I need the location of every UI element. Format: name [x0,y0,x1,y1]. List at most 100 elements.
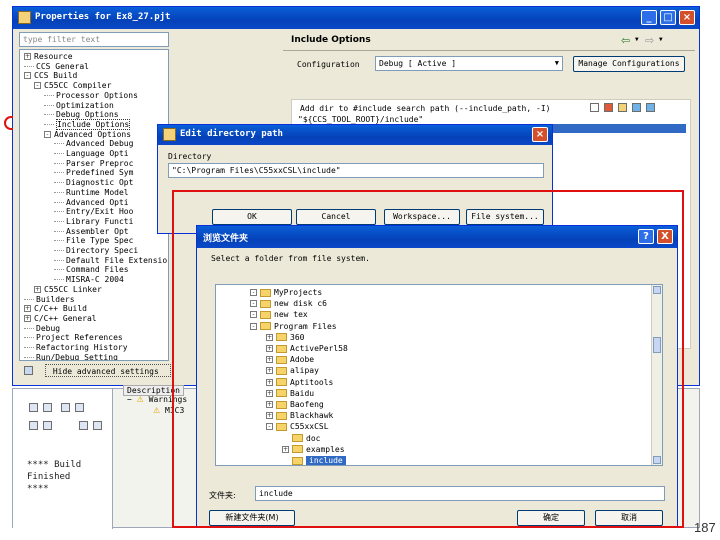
tree-connector [54,269,64,271]
tree-item[interactable]: Parser Preproc [54,159,133,169]
forward-menu-icon[interactable]: ▼ [659,36,663,43]
toolbar-icon-b[interactable] [43,403,52,412]
tree-item-label: Library Functi [66,216,134,226]
toolbar-icon-f[interactable] [43,421,52,430]
toolbar-icon-g[interactable] [79,421,88,430]
tree-item-label: Resource [34,52,73,61]
tree-item[interactable]: Runtime Model [54,188,129,198]
tree-item-label: CCS Build [34,71,78,81]
highlight-box-file-system [172,190,684,528]
collapse-icon[interactable]: - [44,130,51,138]
tree-item-label: Directory Speci [66,246,139,255]
back-icon[interactable]: ⇦ [621,34,630,47]
tree-item[interactable]: + C55CC Linker [34,285,102,295]
delete-path-icon[interactable] [604,103,613,112]
tree-item[interactable]: Language Opti [54,149,129,159]
edit-directory-title: Edit directory path [180,129,283,139]
tree-item[interactable]: CCS General [24,62,89,72]
tree-item[interactable]: - C55CC Compiler [34,81,111,91]
tree-item[interactable]: Advanced Opti [54,198,129,208]
tree-connector [54,259,64,261]
close-icon[interactable]: × [679,10,695,25]
warning-icon: ⚠ [153,406,161,415]
tree-item[interactable]: + C/C++ General [24,314,97,324]
tree-item[interactable]: Run/Debug Setting [24,352,118,361]
tree-connector [54,230,64,232]
back-menu-icon[interactable]: ▼ [635,36,639,43]
tree-item[interactable]: Assembler Opt [54,227,129,237]
include-path-item[interactable]: "${CCS_TOOL_ROOT}/include" [298,115,686,124]
tree-item[interactable]: + C/C++ Build [24,304,87,314]
directory-label: Directory [168,152,212,161]
toolbar-icon-d[interactable] [75,403,84,412]
move-up-icon[interactable] [632,103,641,112]
minimize-icon[interactable]: _ [641,10,657,25]
edit-path-icon[interactable] [618,103,627,112]
tree-item[interactable]: Entry/Exit Hoo [54,207,133,217]
tree-item[interactable]: Builders [24,295,75,305]
tree-connector [54,162,64,164]
collapse-icon[interactable]: - [34,82,41,90]
expand-icon[interactable]: + [24,53,31,60]
tree-connector [44,114,54,116]
tree-item-label: MISRA-C 2004 [66,275,124,285]
tree-item[interactable]: Directory Speci [54,246,138,256]
expand-icon[interactable]: + [34,285,41,293]
properties-tree: + Resource CCS General - CCS Build - C55CC Com… [19,49,169,361]
expand-icon[interactable]: + [24,314,31,322]
tree-item-label: Builders [36,294,75,304]
toolbar-icon-c[interactable] [61,403,70,412]
window-icon [18,11,31,24]
tree-item[interactable]: Advanced Debug [54,139,133,149]
toolbar-icon-a[interactable] [29,403,38,412]
tree-item[interactable]: MISRA-C 2004 [54,275,124,285]
tree-item[interactable]: - CCS Build [24,71,77,81]
window-icon [163,128,176,141]
tree-item[interactable]: - Advanced Options [44,130,131,140]
tree-item[interactable]: Debug [24,324,60,334]
tree-connector [54,240,64,242]
tree-item[interactable]: Processor Options [44,91,138,101]
maximize-icon[interactable]: □ [660,10,676,25]
tree-item[interactable]: Diagnostic Opt [54,178,133,188]
tree-item[interactable]: Refactoring History [24,343,128,353]
toolbar-icon-e[interactable] [29,421,38,430]
tree-item-label: Assembler Opt [66,226,129,236]
tree-item[interactable]: Optimization [44,101,114,111]
tree-item-label: CCS General [36,61,89,71]
manage-configurations-button[interactable]: Manage Configurations [573,56,685,72]
tree-connector [24,327,34,329]
tree-connector [54,172,64,174]
page-number: 187 [694,520,716,535]
tree-item[interactable]: Predefined Sym [54,168,133,178]
tree-item-label: Run/Debug Setting [36,352,118,361]
move-down-icon[interactable] [646,103,655,112]
tree-item[interactable]: Include Options [44,118,131,130]
add-path-icon[interactable] [590,103,599,112]
tree-connector [54,143,64,145]
toolbar-icon-h[interactable] [93,421,102,430]
left-view: **** Build Finished **** [13,389,113,529]
tree-item-label: Refactoring History [36,343,128,352]
tree-item[interactable]: Library Functi [54,217,133,227]
tree-connector [54,201,64,203]
tree-item[interactable]: Default File Extensio [54,256,167,266]
forward-icon[interactable]: ⇨ [645,34,654,47]
directory-input[interactable]: "C:\Program Files\C55xxCSL\include" [168,163,544,178]
tree-connector [44,104,54,106]
filter-input[interactable]: type filter text [19,32,169,47]
section-title: Include Options [291,35,371,45]
section-header: Include Options ⇦ ▼ ⇨ ▼ [283,29,695,51]
tree-connector [54,182,64,184]
expand-icon[interactable]: + [24,305,31,313]
tree-item[interactable]: Command Files [54,265,129,275]
configuration-select[interactable]: Debug [ Active ] ▼ [375,56,563,71]
tree-item-label: Advanced Opti [66,197,129,207]
tree-item[interactable]: File Type Spec [54,236,133,246]
close-icon[interactable]: × [532,127,548,142]
tree-item[interactable]: Project References [24,333,123,343]
collapse-icon[interactable]: - [24,72,31,80]
properties-title-bar: Properties for Ex8_27.pjt _ □ × [13,7,699,29]
hide-advanced-link[interactable]: Hide advanced settings [24,364,171,377]
tree-item[interactable]: + Resource [24,52,73,62]
